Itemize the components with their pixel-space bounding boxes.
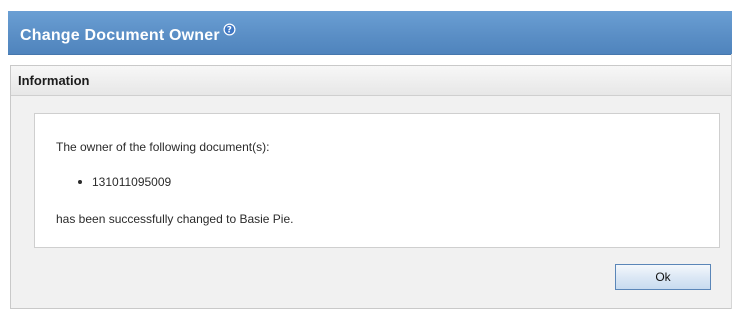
dialog-titlebar: Change Document Owner? <box>8 11 732 55</box>
ok-button[interactable]: Ok <box>615 264 711 290</box>
panel-header: Information <box>11 66 731 96</box>
message-result: has been successfully changed to Basie P… <box>56 212 294 226</box>
svg-text:?: ? <box>227 26 232 36</box>
change-owner-dialog: Change Document Owner? Information The o… <box>8 11 732 309</box>
document-id: 131011095009 <box>92 175 172 189</box>
help-question-icon[interactable]: ? <box>223 23 236 36</box>
message-box: The owner of the following document(s): … <box>34 113 720 248</box>
information-panel: Information The owner of the following d… <box>10 65 732 309</box>
message-intro: The owner of the following document(s): <box>56 140 270 154</box>
document-list: 131011095009 <box>77 175 171 189</box>
bullet-icon <box>78 180 82 184</box>
dialog-title-text: Change Document Owner <box>20 27 220 44</box>
document-list-item: 131011095009 <box>77 175 171 189</box>
dialog-title: Change Document Owner? <box>20 23 236 45</box>
panel-title: Information <box>18 73 90 88</box>
